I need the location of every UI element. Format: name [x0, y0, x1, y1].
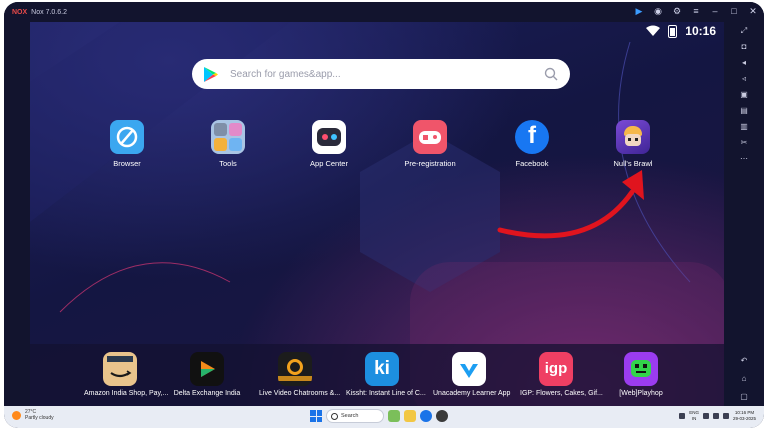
dock-app-kissht[interactable]: ki Kissht: Instant Line of C... [346, 352, 426, 397]
dock-app-unacademy[interactable]: Unacademy Learner App [433, 352, 511, 397]
dock-app-igp[interactable]: igp IGP: Flowers, Cakes, Gif... [520, 352, 603, 397]
app-label: App Center [310, 159, 348, 168]
scissors-icon[interactable]: ✂ [739, 138, 749, 148]
app-tools[interactable]: Tools [192, 120, 264, 168]
gamepad-icon [413, 120, 447, 154]
keyboard-icon[interactable]: ▤ [739, 106, 749, 116]
app-nulls-brawl[interactable]: Null's Brawl [597, 120, 669, 168]
lang-region: IN [691, 416, 697, 421]
app-browser[interactable]: Browser [91, 120, 163, 168]
unacademy-icon [452, 352, 486, 386]
weather-icon [12, 410, 21, 420]
status-bar: 10:16 [646, 24, 716, 38]
battery-tray-icon[interactable] [722, 413, 729, 419]
maximize-icon[interactable]: □ [729, 6, 739, 16]
app-facebook[interactable]: f Facebook [496, 120, 568, 168]
app-label: Delta Exchange India [173, 390, 241, 397]
more-icon[interactable]: ⋯ [739, 154, 749, 164]
file-explorer-icon[interactable] [404, 410, 416, 422]
home-icon[interactable]: ⌂ [739, 374, 749, 384]
taskbar-search[interactable]: Search [326, 409, 384, 423]
dock-app-amazon[interactable]: Amazon India Shop, Pay,... [84, 352, 169, 397]
left-bezel [4, 22, 30, 406]
window-controls: ▶ ◉ ⚙ ≡ – □ ✕ [634, 6, 758, 16]
emulator-window: NOX Nox 7.0.6.2 ▶ ◉ ⚙ ≡ – □ ✕ 10:16 Sear… [4, 2, 764, 428]
app-label: Browser [113, 159, 141, 168]
app-label: Pre-registration [404, 159, 456, 168]
app-label: Amazon India Shop, Pay,... [84, 390, 169, 397]
close-icon[interactable]: ✕ [748, 6, 758, 16]
tools-folder-icon [211, 120, 245, 154]
play-icon[interactable]: ▶ [634, 6, 644, 16]
fullscreen-icon[interactable]: ⤢ [739, 26, 749, 36]
app-center-icon [312, 120, 346, 154]
emulator-sidebar: ⤢ ◘ ◂ ◃ ▣ ▤ ▥ ✂ ⋯ ↶ ⌂ ▢ [724, 22, 764, 406]
tray-clock[interactable]: 10:16 PM 29-03-2025 [733, 410, 756, 422]
search-icon[interactable] [544, 67, 558, 81]
weather-desc: Partly cloudy [25, 415, 54, 421]
volume-up-icon[interactable]: ◂ [739, 58, 749, 68]
tray-chevron-icon[interactable] [679, 413, 686, 419]
playhop-icon [624, 352, 658, 386]
app-label: Live Video Chatrooms &... [259, 390, 341, 397]
app-app-center[interactable]: App Center [293, 120, 365, 168]
minimize-icon[interactable]: – [710, 6, 720, 16]
facebook-icon: f [515, 120, 549, 154]
back-icon[interactable]: ↶ [739, 356, 749, 366]
android-home-screen: 10:16 Search for games&app... Browser To… [30, 22, 724, 406]
language-indicator[interactable]: ENG IN [689, 410, 699, 422]
app-label: Null's Brawl [613, 159, 653, 168]
dock-app-playhop[interactable]: [Web]Playhop [605, 352, 677, 397]
settings-icon[interactable]: ⚙ [672, 6, 682, 16]
lock-icon[interactable]: ▥ [739, 122, 749, 132]
network-icon[interactable] [702, 413, 709, 419]
app-label: Tools [219, 159, 237, 168]
weather-text: 27°C Partly cloudy [25, 409, 54, 421]
app-search-bar[interactable]: Search for games&app... [192, 59, 570, 89]
emulator-version: Nox 7.0.6.2 [31, 8, 67, 16]
widgets-icon[interactable] [388, 410, 400, 422]
screenshot-icon[interactable]: ◘ [739, 42, 749, 52]
windows-taskbar: 27°C Partly cloudy Search ENG IN 10:16 P… [4, 406, 764, 428]
app-label: Facebook [515, 159, 549, 168]
amazon-icon [103, 352, 137, 386]
account-icon[interactable]: ◉ [653, 6, 663, 16]
app-label: Kissht: Instant Line of C... [346, 390, 426, 397]
system-tray: ENG IN 10:16 PM 29-03-2025 [679, 410, 756, 422]
recents-icon[interactable]: ▢ [739, 392, 749, 402]
igp-icon: igp [539, 352, 573, 386]
app-label: Unacademy Learner App [433, 390, 511, 397]
apk-install-icon[interactable]: ▣ [739, 90, 749, 100]
taskbar-apps: Search [310, 409, 448, 423]
app-label: [Web]Playhop [619, 390, 663, 397]
dock-app-eloelo[interactable]: Live Video Chatrooms &... [259, 352, 341, 397]
weather-widget[interactable]: 27°C Partly cloudy [12, 409, 54, 421]
search-placeholder[interactable]: Search for games&app... [230, 69, 544, 80]
app-label: IGP: Flowers, Cakes, Gif... [520, 390, 603, 397]
google-play-icon [204, 66, 218, 82]
menu-icon[interactable]: ≡ [691, 6, 701, 16]
browser-icon [110, 120, 144, 154]
nox-taskbar-icon[interactable] [436, 410, 448, 422]
android-nav-buttons: ↶ ⌂ ▢ [739, 356, 749, 402]
eloelo-icon [278, 352, 312, 386]
battery-icon [668, 24, 678, 38]
nox-logo: NOX [12, 8, 28, 16]
windows-start-icon[interactable] [310, 410, 322, 422]
app-dock: Amazon India Shop, Pay,... Delta Exchang… [30, 344, 724, 406]
dock-app-delta-exchange[interactable]: Delta Exchange India [171, 352, 243, 397]
status-clock: 10:16 [685, 24, 716, 38]
tray-date: 29-03-2025 [732, 416, 756, 421]
emulator-titlebar: NOX Nox 7.0.6.2 ▶ ◉ ⚙ ≡ – □ ✕ [4, 2, 764, 22]
volume-down-icon[interactable]: ◃ [739, 74, 749, 84]
delta-exchange-icon [190, 352, 224, 386]
wifi-icon [646, 25, 661, 36]
nulls-brawl-icon [616, 120, 650, 154]
browser-taskbar-icon[interactable] [420, 410, 432, 422]
app-pre-registration[interactable]: Pre-registration [394, 120, 466, 168]
speaker-icon[interactable] [712, 413, 719, 419]
kissht-icon: ki [365, 352, 399, 386]
